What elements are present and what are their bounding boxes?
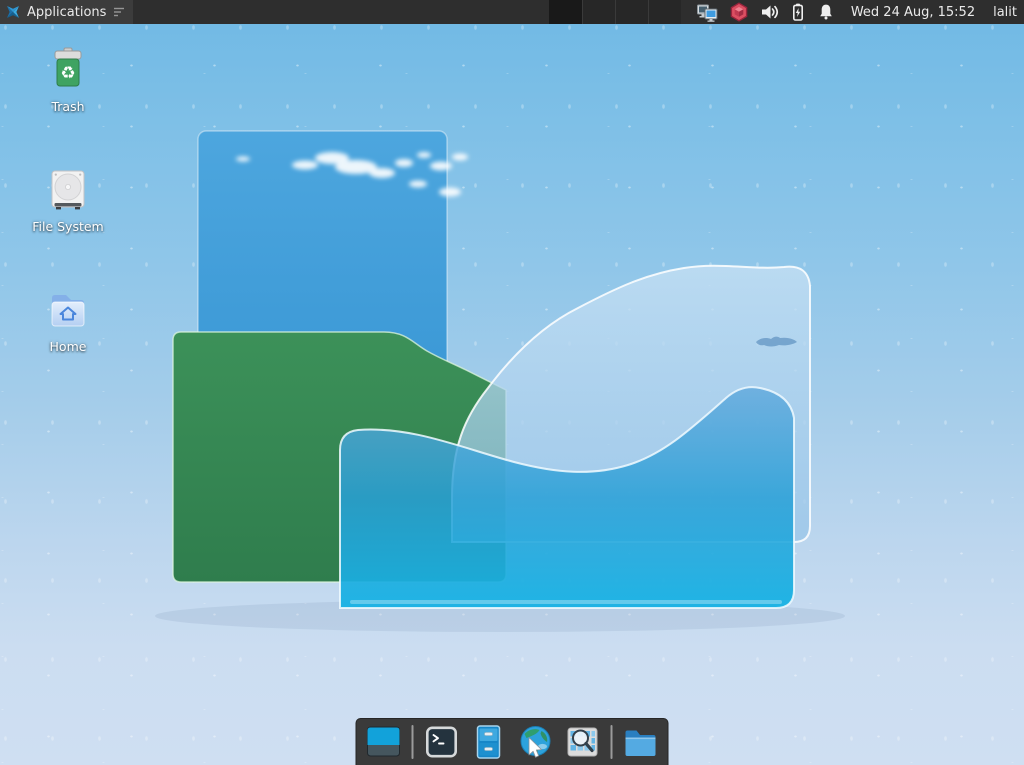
web-browser-icon	[517, 723, 555, 761]
terminal-icon	[423, 723, 461, 761]
package-icon[interactable]	[729, 2, 749, 22]
file-manager-button[interactable]	[470, 723, 508, 761]
desktop-icon-label: File System	[30, 219, 106, 234]
desktop-icon-trash[interactable]: ♻ Trash	[30, 46, 106, 114]
volume-icon[interactable]	[760, 2, 779, 22]
battery-icon[interactable]	[790, 2, 806, 22]
notifications-icon[interactable]	[817, 2, 835, 22]
desktop-icon-home[interactable]: Home	[30, 286, 106, 354]
username: lalit	[993, 5, 1017, 20]
workspace-1[interactable]	[549, 0, 582, 24]
desktop-icon-label: Home	[30, 339, 106, 354]
workspace-2[interactable]	[582, 0, 615, 24]
hard-drive-icon	[44, 166, 92, 214]
dock-separator	[412, 725, 414, 759]
show-desktop-button[interactable]	[365, 723, 403, 761]
file-cabinet-icon	[470, 723, 508, 761]
svg-text:♻: ♻	[60, 64, 75, 84]
xfce-logo-icon	[5, 4, 21, 20]
workspace-4[interactable]	[648, 0, 681, 24]
folder-icon	[622, 723, 660, 761]
desktop-icon-file-system[interactable]: File System	[30, 166, 106, 234]
dock	[356, 718, 669, 765]
network-icon[interactable]	[696, 2, 718, 22]
workspace-3[interactable]	[615, 0, 648, 24]
wallpaper-art	[0, 24, 1024, 765]
dock-separator	[611, 725, 613, 759]
app-finder-icon	[564, 723, 602, 761]
show-desktop-icon	[365, 723, 403, 761]
applications-label: Applications	[27, 5, 106, 20]
system-tray	[696, 2, 835, 22]
desktop: ♻ Trash File System Home	[0, 24, 1024, 765]
terminal-button[interactable]	[423, 723, 461, 761]
app-finder-button[interactable]	[564, 723, 602, 761]
workspace-switcher	[549, 0, 681, 24]
home-folder-icon	[44, 286, 92, 334]
folder-button[interactable]	[622, 723, 660, 761]
trash-icon: ♻	[44, 46, 92, 94]
top-panel: Applications	[0, 0, 1024, 24]
menu-lines-icon	[114, 7, 125, 17]
web-browser-button[interactable]	[517, 723, 555, 761]
applications-button[interactable]: Applications	[0, 0, 133, 24]
clock[interactable]: Wed 24 Aug, 15:52	[851, 5, 975, 20]
desktop-icon-label: Trash	[30, 99, 106, 114]
